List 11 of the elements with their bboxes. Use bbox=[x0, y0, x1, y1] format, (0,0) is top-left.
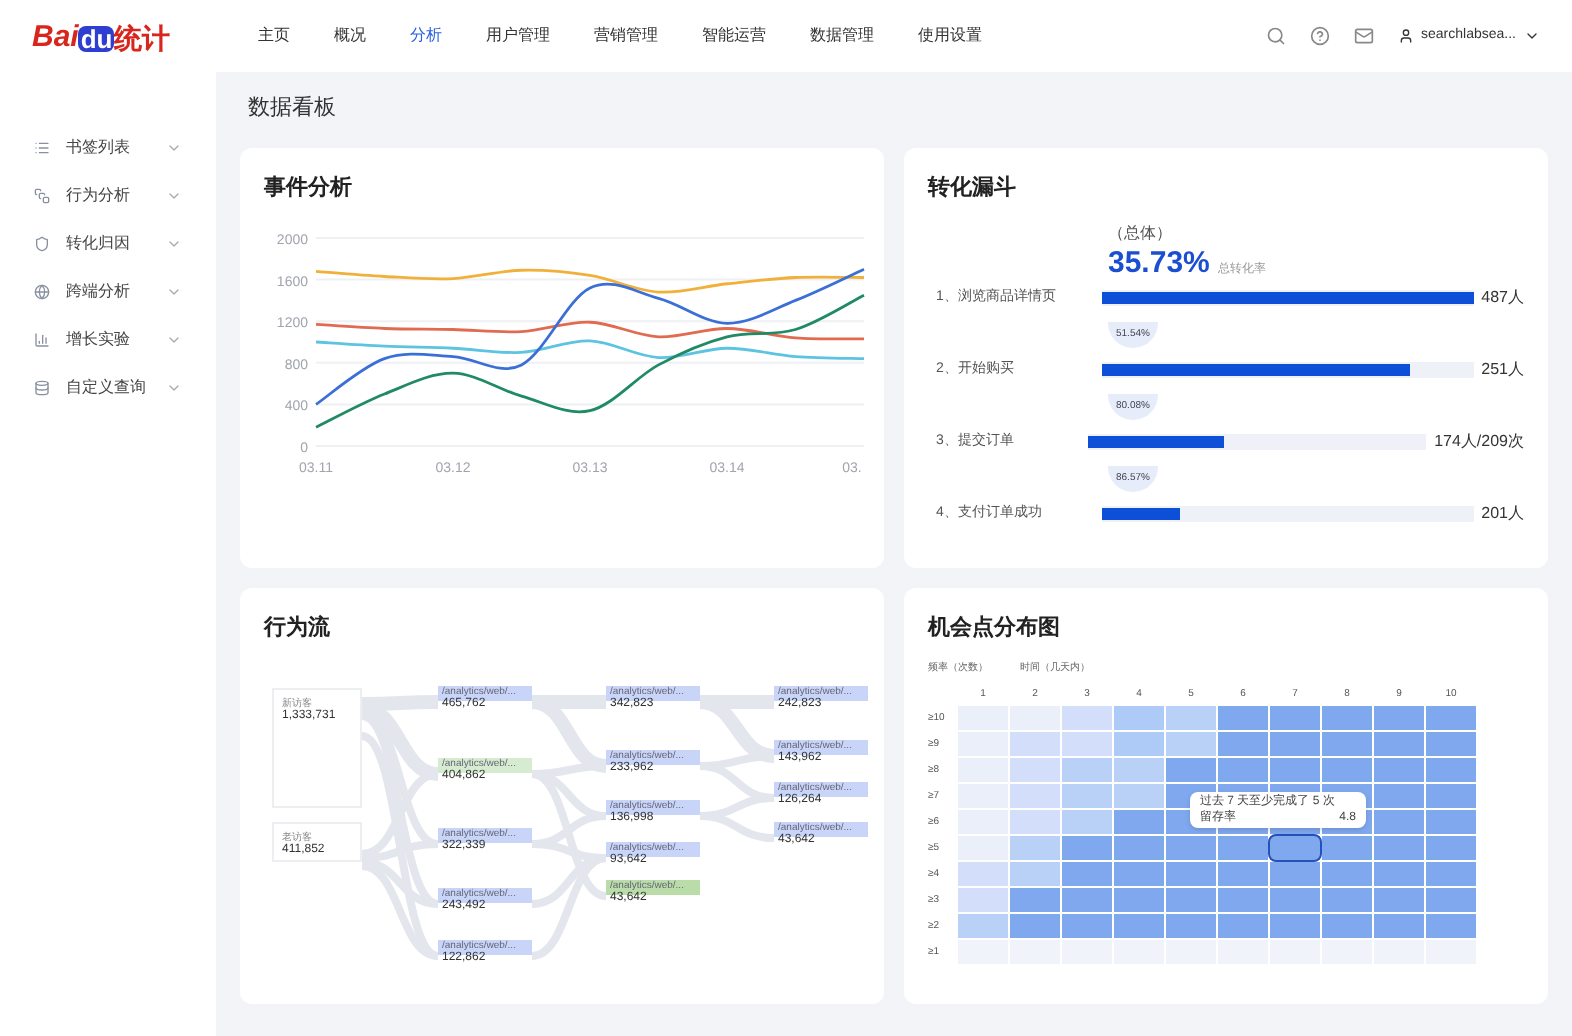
page-title: 数据看板 bbox=[246, 94, 338, 124]
overall-label: （总体） bbox=[1108, 221, 1174, 245]
card-title: 转化漏斗 bbox=[928, 173, 1018, 204]
card-title: 机会点分布图 bbox=[928, 613, 1062, 644]
card-title: 事件分析 bbox=[264, 173, 354, 204]
card-title: 行为流 bbox=[264, 613, 332, 644]
step-value: 487人 bbox=[1481, 286, 1524, 311]
step-value: 251人 bbox=[1481, 358, 1524, 383]
step-value: 201人 bbox=[1481, 502, 1524, 527]
step-value: 174人/209次 bbox=[1434, 430, 1524, 455]
conversion-rate: 35.73% bbox=[1108, 245, 1210, 283]
